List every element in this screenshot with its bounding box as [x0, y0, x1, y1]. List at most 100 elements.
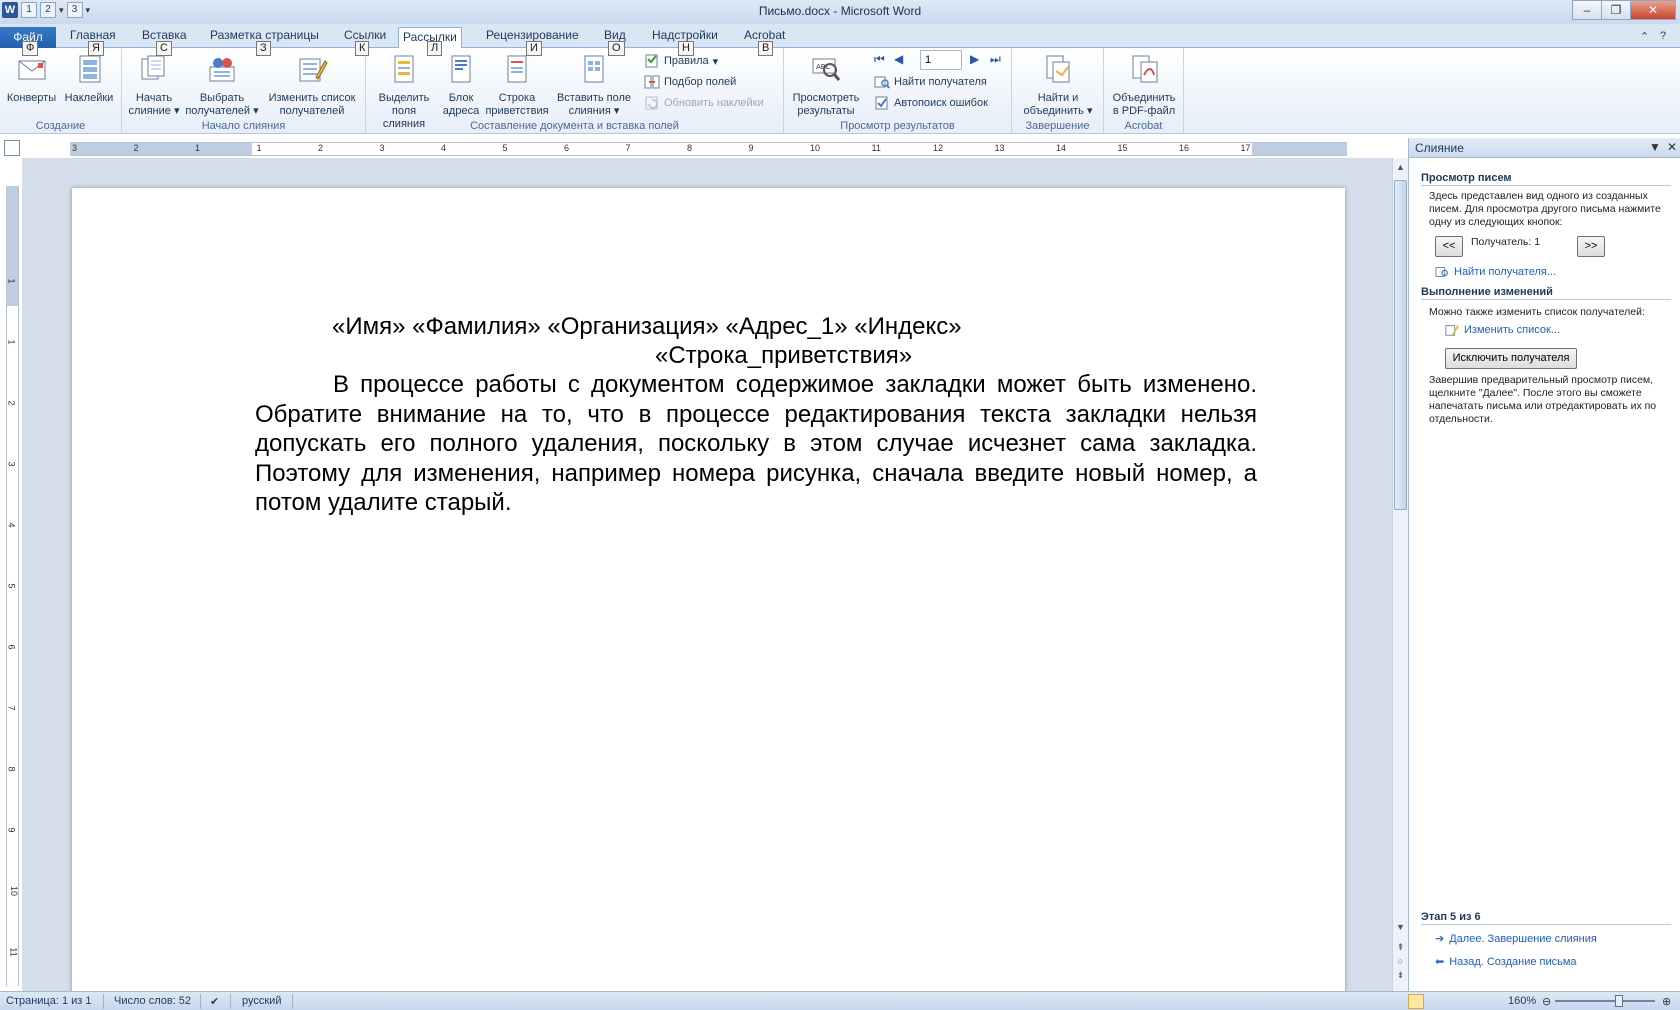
next-step-label: Далее. Завершение слияния — [1449, 932, 1597, 945]
body-paragraph[interactable]: В процессе работы с документом содержимо… — [255, 370, 1257, 518]
ruler-right-margin — [1252, 143, 1347, 155]
next-page-icon[interactable]: ⇟ — [1393, 970, 1408, 981]
previous-recipient-button[interactable]: << — [1435, 236, 1463, 257]
ruler-number: 6 — [6, 644, 17, 650]
labels-icon — [79, 55, 101, 83]
labels-button[interactable]: Наклейки — [60, 53, 118, 105]
find-recipient-button[interactable]: Найти получателя — [874, 73, 987, 91]
envelopes-button[interactable]: Конверты — [4, 53, 59, 105]
edit-recipient-list-button[interactable]: Изменить список получателей — [262, 53, 362, 118]
group-write-insert-label: Составление документа и вставка полей — [470, 120, 679, 132]
update-labels-button[interactable]: Обновить наклейки — [644, 94, 764, 112]
preview-results-button[interactable]: ABC Просмотреть результаты — [788, 53, 864, 118]
vertical-scrollbar[interactable]: ▲ ▼ ⇞ ○ ⇟ — [1392, 158, 1408, 991]
status-bar: Страница: 1 из 1 Число слов: 52 ✔ русски… — [0, 991, 1680, 1010]
next-record-icon[interactable]: ▶ — [970, 52, 979, 66]
keytip-insert: С — [156, 41, 172, 56]
minimize-button[interactable]: – — [1572, 0, 1602, 20]
pdf-label-2: в PDF-файл — [1112, 105, 1176, 117]
vertical-ruler[interactable]: 1 1 2 3 4 5 6 7 8 9 10 11 — [6, 186, 19, 986]
keytip-view: О — [608, 41, 625, 56]
finish-merge-button[interactable]: Найти и объединить ▾ — [1018, 53, 1098, 118]
previous-record-icon[interactable]: ◀ — [894, 52, 903, 66]
zoom-slider[interactable] — [1555, 1000, 1655, 1002]
ruler-number: 10 — [9, 885, 20, 897]
language-status[interactable]: русский — [242, 995, 281, 1007]
merge-to-pdf-button[interactable]: Объединить в PDF-файл — [1108, 53, 1180, 118]
status-separator — [230, 994, 231, 1009]
last-record-icon[interactable]: ⏭ — [990, 52, 1001, 67]
help-icon[interactable]: ? — [1660, 30, 1666, 42]
browse-object-icon[interactable]: ○ — [1393, 956, 1408, 966]
ruler-number: 7 — [6, 705, 17, 711]
auto-check-label: Автопоиск ошибок — [894, 97, 988, 109]
outline-view-icon[interactable] — [1468, 994, 1484, 1009]
group-create: Конверты Наклейки Создание — [0, 48, 122, 134]
minimize-ribbon-icon[interactable]: ⌃ — [1640, 30, 1649, 43]
merge-fields-line[interactable]: «Имя» «Фамилия» «Организация» «Адрес_1» … — [332, 312, 962, 342]
keytip-review: И — [526, 41, 542, 56]
scrollbar-thumb[interactable] — [1394, 180, 1407, 510]
ruler-number: 1 — [256, 143, 262, 153]
greeting-field-line[interactable]: «Строка_приветствия» — [655, 341, 912, 371]
envelope-icon — [18, 60, 45, 80]
start-merge-button[interactable]: Начать слияние ▾ — [126, 53, 182, 118]
pane-close-icon[interactable]: ✕ — [1667, 140, 1677, 154]
next-step-link[interactable]: ➔ Далее. Завершение слияния — [1435, 932, 1597, 946]
address-block-label-2: адреса — [442, 105, 480, 117]
first-record-icon[interactable]: ⏮ — [874, 52, 885, 67]
finish-merge-icon — [1046, 55, 1070, 83]
edit-list-link[interactable]: Изменить список... — [1445, 323, 1560, 337]
zoom-out-icon[interactable]: ⊖ — [1542, 995, 1551, 1008]
next-recipient-button[interactable]: >> — [1577, 236, 1605, 257]
section-changes-title: Выполнение изменений — [1421, 286, 1671, 300]
address-block-label-1: Блок — [448, 92, 474, 104]
ruler-number: 12 — [933, 143, 944, 153]
word-count-status[interactable]: Число слов: 52 — [114, 995, 191, 1007]
page-count-status[interactable]: Страница: 1 из 1 — [6, 995, 92, 1007]
scroll-down-icon[interactable]: ▼ — [1393, 922, 1408, 932]
address-block-button[interactable]: Блок адреса — [440, 53, 482, 118]
previous-step-link[interactable]: ⬅ Назад. Создание письма — [1435, 955, 1577, 969]
proofing-icon[interactable]: ✔ — [210, 995, 219, 1008]
zoom-level[interactable]: 160% — [1508, 995, 1536, 1007]
record-number-input[interactable] — [920, 50, 962, 70]
web-layout-icon[interactable] — [1448, 994, 1464, 1009]
insert-merge-field-button[interactable]: Вставить поле слияния ▾ — [552, 53, 636, 118]
pane-menu-icon[interactable]: ▼ — [1649, 140, 1661, 154]
greeting-line-button[interactable]: Строка приветствия — [484, 53, 550, 118]
ruler-number: 2 — [318, 143, 324, 153]
draft-view-icon[interactable] — [1488, 994, 1504, 1009]
status-separator — [103, 994, 104, 1009]
keytip-references: К — [355, 41, 370, 56]
ruler-number: 3 — [72, 143, 78, 153]
close-button[interactable]: ✕ — [1630, 0, 1676, 20]
find-recipient-link[interactable]: Найти получателя... — [1435, 265, 1556, 279]
previous-page-icon[interactable]: ⇞ — [1393, 942, 1408, 953]
match-fields-button[interactable]: Подбор полей — [644, 73, 736, 91]
full-screen-reading-icon[interactable] — [1428, 994, 1444, 1009]
group-start-merge-label: Начало слияния — [201, 120, 286, 132]
update-labels-icon — [645, 96, 658, 110]
zoom-slider-knob[interactable] — [1615, 995, 1623, 1007]
mail-merge-pane: Слияние ▼ ✕ Просмотр писем Здесь предста… — [1408, 138, 1680, 991]
finish-label-1: Найти и — [1037, 92, 1079, 104]
exclude-recipient-button[interactable]: Исключить получателя — [1445, 348, 1577, 369]
group-preview: ABC Просмотреть результаты ⏮ ◀ ▶ ⏭ Найти… — [784, 48, 1012, 134]
auto-check-errors-button[interactable]: Автопоиск ошибок — [874, 94, 988, 112]
ruler-number: 2 — [133, 143, 139, 153]
document-page[interactable]: «Имя» «Фамилия» «Организация» «Адрес_1» … — [72, 188, 1345, 991]
select-recipients-button[interactable]: Выбрать получателей ▾ — [184, 53, 260, 118]
finish-label-2: объединить — [1023, 105, 1084, 117]
print-layout-view-icon[interactable] — [1408, 994, 1424, 1009]
restore-button[interactable]: ❐ — [1601, 0, 1631, 20]
ruler-number: 1 — [6, 339, 17, 345]
horizontal-ruler[interactable]: 3 2 1 1 2 3 4 5 6 7 8 9 10 11 12 13 14 15 16 17 — [70, 142, 1347, 156]
zoom-in-icon[interactable]: ⊕ — [1662, 995, 1671, 1008]
tab-selector[interactable] — [4, 140, 20, 156]
ruler-number: 5 — [6, 583, 17, 589]
labels-label: Наклейки — [64, 92, 114, 104]
preview-results-icon: ABC — [812, 58, 841, 81]
ruler-number: 1 — [6, 278, 17, 284]
scroll-up-icon[interactable]: ▲ — [1393, 162, 1408, 172]
